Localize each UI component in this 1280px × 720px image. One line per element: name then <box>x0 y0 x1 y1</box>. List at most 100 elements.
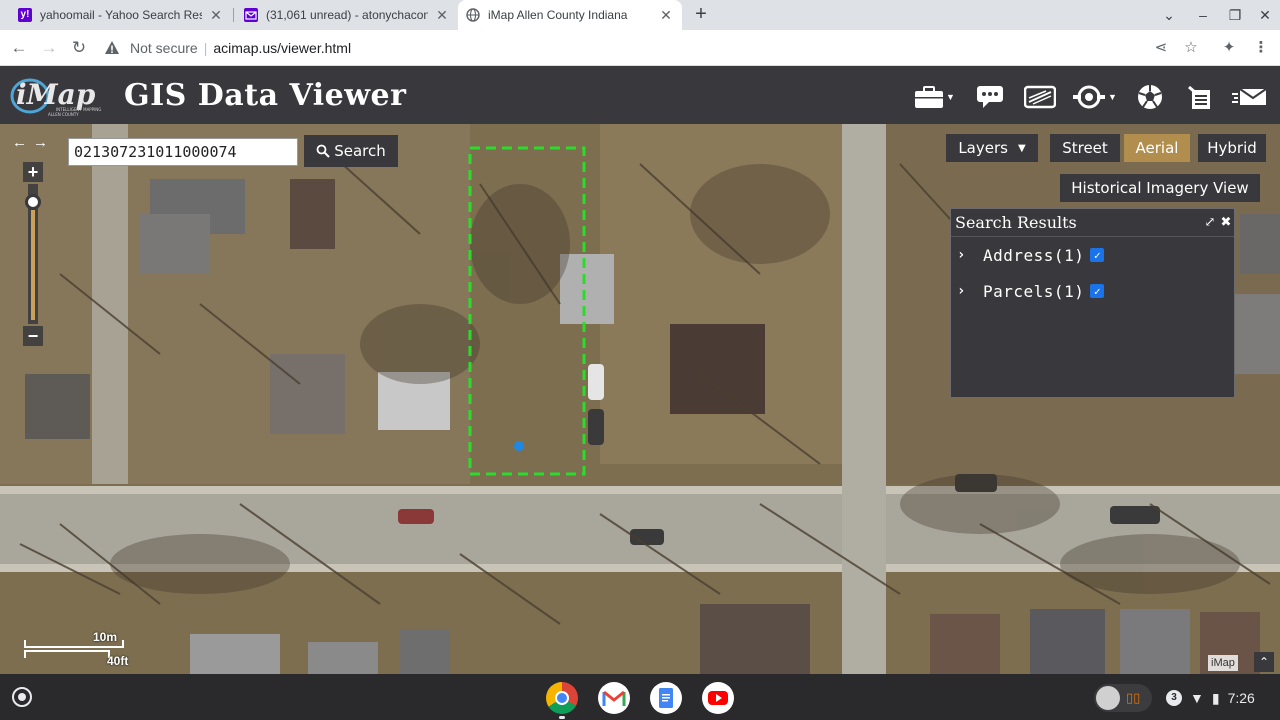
wifi-icon: ▼ <box>1190 690 1204 706</box>
address-checkbox[interactable]: ✓ <box>1090 248 1105 262</box>
scale-bar: 10m 40ft <box>20 628 140 672</box>
zoom-slider[interactable] <box>25 184 41 324</box>
forward-button[interactable]: → <box>38 37 60 59</box>
status-tray[interactable]: 3 ▼ ▮ 7:26 <box>1166 685 1274 711</box>
zoom-slider-handle[interactable] <box>25 193 41 210</box>
chevron-down-icon: ▼ <box>946 92 955 102</box>
search-button-label: Search <box>334 142 386 160</box>
pan-forward-icon[interactable]: → <box>33 134 48 151</box>
tab-separator <box>233 8 234 22</box>
security-label[interactable]: Not secure <box>130 40 198 56</box>
close-tab-icon[interactable]: ✕ <box>658 7 674 24</box>
zoom-out-button[interactable]: − <box>23 326 43 346</box>
parcel-search-input[interactable] <box>68 138 298 166</box>
address-bar[interactable]: Not secure | acimap.us/viewer.html <box>104 35 1204 61</box>
parcels-checkbox[interactable]: ✓ <box>1090 284 1105 298</box>
pan-back-icon[interactable]: ← <box>12 134 27 151</box>
layers-dropdown[interactable]: Layers ▼ <box>946 134 1038 162</box>
historical-imagery-button[interactable]: Historical Imagery View <box>1060 174 1260 202</box>
app-title: GIS Data Viewer <box>124 78 407 113</box>
app-header: iMap INTELLIGENT MAPPING ALLEN COUNTY GI… <box>0 66 1280 124</box>
map-attribution[interactable]: iMap <box>1208 655 1238 671</box>
globe-icon <box>466 8 480 22</box>
scale-metric-bar <box>24 646 124 648</box>
yahoo-mail-icon <box>244 8 258 22</box>
search-results-panel: Search Results ⤢ ✖ › Address(1) ✓ › Parc… <box>950 208 1235 398</box>
tab-title: iMap Allen County Indiana <box>488 8 628 22</box>
tote-holding-space[interactable]: ▯▯ <box>1094 684 1152 712</box>
launcher-icon[interactable] <box>12 687 32 707</box>
browser-tab-yahoo-search[interactable]: y! yahoomail - Yahoo Search Resul ✕ <box>10 0 232 30</box>
search-button[interactable]: Search <box>304 135 398 167</box>
scale-metric-label: 10m <box>93 630 118 644</box>
search-results-header: Search Results ⤢ ✖ <box>951 209 1234 237</box>
url-divider: | <box>203 40 208 56</box>
gmail-icon[interactable] <box>598 682 630 714</box>
document-icon[interactable] <box>1186 84 1214 110</box>
browser-tab-imap[interactable]: iMap Allen County Indiana ✕ <box>458 0 682 30</box>
menu-icon[interactable]: ⋮ <box>1250 37 1272 59</box>
close-tab-icon[interactable]: ✕ <box>434 7 450 24</box>
yahoo-icon: y! <box>18 8 32 22</box>
extensions-icon[interactable]: ✦ <box>1218 37 1240 59</box>
close-icon[interactable]: ✖ <box>1218 215 1234 230</box>
scale-imperial-bar <box>24 650 110 652</box>
tab-search-icon[interactable]: ⌄ <box>1158 4 1180 26</box>
restore-icon[interactable]: ❐ <box>1224 4 1246 26</box>
app-running-indicator <box>559 716 565 719</box>
browser-tab-yahoo-mail[interactable]: (31,061 unread) - atonychacong ✕ <box>236 0 458 30</box>
scale-tick <box>24 650 26 658</box>
browser-toolbar: ← → ↻ Not secure | acimap.us/viewer.html… <box>0 30 1280 66</box>
tab-title: yahoomail - Yahoo Search Resul <box>40 8 202 22</box>
browser-tab-strip: y! yahoomail - Yahoo Search Resul ✕ (31,… <box>0 0 1280 30</box>
chevron-down-icon: ▼ <box>1108 92 1117 102</box>
chevron-right-icon[interactable]: › <box>957 283 977 299</box>
imap-logo[interactable]: iMap INTELLIGENT MAPPING ALLEN COUNTY <box>8 74 116 118</box>
zoom-in-button[interactable]: + <box>23 162 43 182</box>
minimize-icon[interactable]: – <box>1192 4 1214 26</box>
envelope-icon[interactable] <box>1232 84 1268 110</box>
result-label: Address(1) <box>983 245 1085 265</box>
screen-record-icon: ▯▯ <box>1126 690 1141 705</box>
result-row-parcels[interactable]: › Parcels(1) ✓ <box>951 273 1234 309</box>
result-row-address[interactable]: › Address(1) ✓ <box>951 237 1234 273</box>
basemap-hybrid-button[interactable]: Hybrid <box>1198 134 1266 162</box>
url-text[interactable]: acimap.us/viewer.html <box>213 40 351 56</box>
aerial-imagery[interactable] <box>0 124 1280 674</box>
warning-icon <box>105 41 119 54</box>
close-window-icon[interactable]: ✕ <box>1254 4 1276 26</box>
notification-count-badge[interactable]: 3 <box>1166 690 1182 706</box>
pan-arrows: ← → <box>12 134 48 151</box>
briefcase-icon[interactable]: ▼ <box>914 84 955 110</box>
battery-icon: ▮ <box>1211 689 1220 706</box>
new-tab-button[interactable]: + <box>690 4 712 26</box>
back-button[interactable]: ← <box>8 37 30 59</box>
map-viewport[interactable]: ← → + − Search Layers ▼ Street Aerial Hy… <box>0 124 1280 674</box>
zoom-slider-fill <box>31 209 35 320</box>
chevron-up-icon[interactable]: ⌃ <box>1254 652 1274 672</box>
chevron-down-icon: ▼ <box>1017 142 1026 154</box>
chrome-icon[interactable] <box>546 682 578 714</box>
soccer-ball-icon[interactable] <box>1136 84 1164 110</box>
share-icon[interactable]: ⋖ <box>1150 37 1172 59</box>
scale-tick <box>24 640 26 648</box>
layers-label: Layers <box>958 139 1008 157</box>
settings-sliders-icon[interactable]: ▼ <box>1072 84 1117 110</box>
docs-icon[interactable] <box>650 682 682 714</box>
youtube-icon[interactable] <box>702 682 734 714</box>
chevron-right-icon[interactable]: › <box>957 247 977 263</box>
clock-time: 7:26 <box>1227 690 1255 706</box>
os-shelf: ▯▯ 3 ▼ ▮ 7:26 <box>0 674 1280 720</box>
search-results-title: Search Results <box>955 213 1077 232</box>
holding-space-thumbnail <box>1096 686 1120 710</box>
logo-subtext-2: ALLEN COUNTY <box>48 112 79 117</box>
expand-icon[interactable]: ⤢ <box>1202 215 1218 230</box>
basemap-street-button[interactable]: Street <box>1050 134 1120 162</box>
close-tab-icon[interactable]: ✕ <box>208 7 224 24</box>
basemap-aerial-button[interactable]: Aerial <box>1124 134 1190 162</box>
scale-tick <box>122 640 124 648</box>
reload-button[interactable]: ↻ <box>68 37 90 59</box>
measure-icon[interactable] <box>1024 84 1056 110</box>
comment-icon[interactable] <box>976 84 1004 110</box>
bookmark-star-icon[interactable]: ☆ <box>1180 37 1202 59</box>
